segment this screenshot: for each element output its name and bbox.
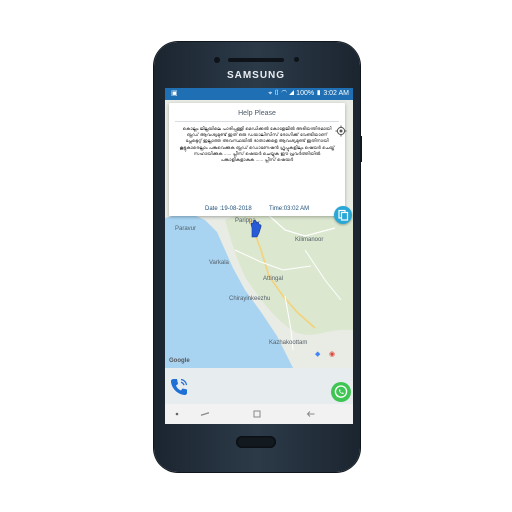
dialog-divider xyxy=(175,121,339,122)
map-label-kazhakoottam: Kazhakoottam xyxy=(269,340,308,346)
earpiece xyxy=(228,58,284,62)
image-icon: ▣ xyxy=(171,90,178,97)
dialog-title: Help Please xyxy=(238,110,276,117)
my-location-icon[interactable] xyxy=(335,125,347,137)
nav-dot-icon xyxy=(175,412,179,416)
wifi-icon: ◠ xyxy=(281,90,287,97)
google-logo: Google xyxy=(169,358,190,364)
map-label-attingal: Attingal xyxy=(263,276,284,282)
navigation-icon[interactable]: ◆ xyxy=(315,350,320,358)
call-button[interactable] xyxy=(168,376,190,398)
help-dialog: Help Please കൊല്ലം ജില്ലയിലെ പാരിപ്പള്ളി… xyxy=(169,103,352,224)
map-overlay-icons: ◆ ◉ xyxy=(315,350,345,360)
hardware-home-button[interactable] xyxy=(236,436,276,448)
dialog-date: Date :19-08-2018 xyxy=(205,206,252,212)
maps-pin-icon[interactable]: ◉ xyxy=(329,350,335,358)
proximity-sensor xyxy=(294,57,299,62)
dialog-message: കൊല്ലം ജില്ലയിലെ പാരിപ്പള്ളി മെഡിക്കൽ കോ… xyxy=(179,126,335,163)
battery-level: 100% xyxy=(296,90,315,97)
whatsapp-icon xyxy=(334,385,348,398)
status-right: ⌖ ▯ ◠ ◢ 100% ▮ 3:02 AM xyxy=(268,88,349,100)
dialog-time: Time:03:02 AM xyxy=(269,206,310,212)
back-arrow-icon[interactable] xyxy=(305,408,317,420)
whatsapp-button[interactable] xyxy=(331,382,351,402)
signal-icon: ◢ xyxy=(288,90,295,97)
map-label-chirayinkeezhu: Chirayinkeezhu xyxy=(229,296,271,302)
front-camera xyxy=(214,57,220,63)
brand-logo: SAMSUNG xyxy=(226,70,286,81)
android-nav-bar xyxy=(165,404,353,424)
copy-icon xyxy=(338,209,349,221)
copy-button[interactable] xyxy=(334,206,352,224)
map-label-kilimanoor: Kilimanoor xyxy=(295,237,324,243)
hand-marker-icon[interactable] xyxy=(248,220,262,238)
vibrate-icon: ▯ xyxy=(274,90,280,97)
phone-screen: ▣ ⌖ ▯ ◠ ◢ 100% ▮ 3:02 AM Parippa... Para… xyxy=(165,88,353,424)
battery-icon: ▮ xyxy=(316,90,322,97)
status-bar: ▣ ⌖ ▯ ◠ ◢ 100% ▮ 3:02 AM xyxy=(165,88,353,100)
recents-icon[interactable] xyxy=(199,408,211,420)
location-icon: ⌖ xyxy=(268,90,273,97)
home-square-icon[interactable] xyxy=(251,408,263,420)
clock: 3:02 AM xyxy=(323,90,349,97)
power-key xyxy=(360,136,362,162)
map-label-varkala: Varkala xyxy=(209,260,229,266)
map-label-paravur: Paravur xyxy=(175,226,197,232)
